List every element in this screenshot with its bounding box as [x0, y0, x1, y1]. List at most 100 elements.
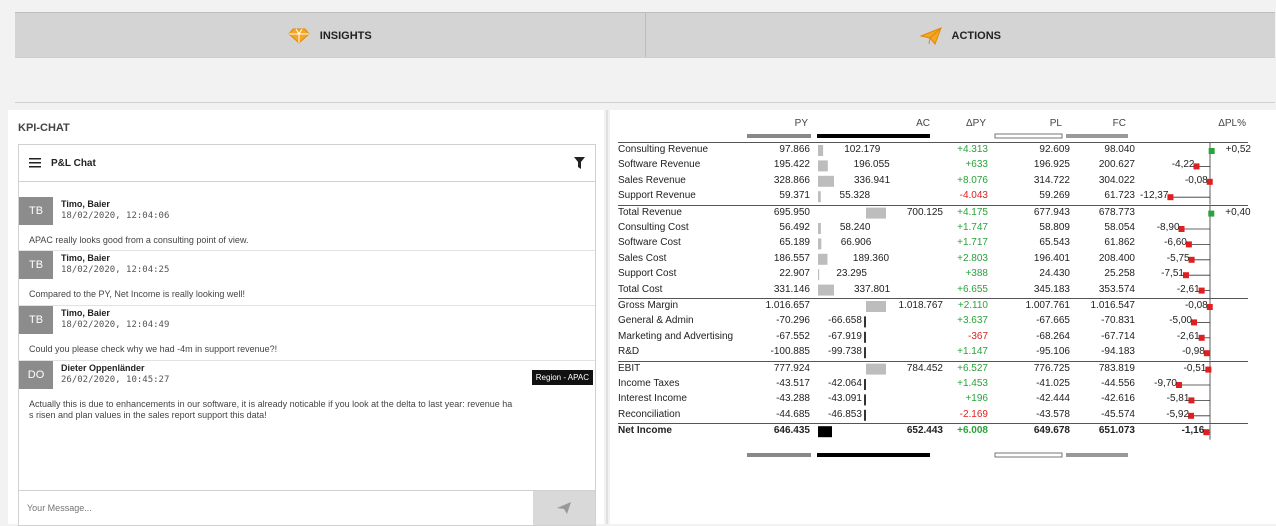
filter-icon[interactable] — [574, 157, 585, 169]
tab-insights-label: INSIGHTS — [319, 29, 372, 42]
row-dpl-label: -5,92 — [1166, 408, 1190, 420]
row-dpl-label: -8,90 — [1156, 222, 1180, 233]
name: Total Cost — [618, 283, 663, 295]
row-fc: 304.022 — [1098, 174, 1135, 186]
message-time: 26/02/2020, 10:45:27 — [61, 375, 170, 385]
row-dpl-label: -5,81 — [1166, 393, 1190, 405]
row-py: 22.907 — [779, 268, 810, 280]
tab-actions-label: ACTIONS — [951, 29, 1002, 42]
row-pl: 58.809 — [1039, 222, 1070, 233]
pl-table: PY AC ΔPY PL FC ΔPL% Consulting Revenue 9… — [610, 110, 1276, 524]
row-fc: 58.054 — [1104, 222, 1135, 233]
row-dpy: +4.175 — [957, 206, 988, 218]
row-py: 59.371 — [779, 190, 810, 202]
row-py: 97.866 — [779, 144, 810, 155]
tab-insights[interactable]: INSIGHTS — [15, 13, 646, 58]
row-fc: 353.574 — [1098, 283, 1135, 295]
diamond-icon — [288, 28, 310, 44]
row-pl: 1.007.761 — [1025, 300, 1071, 311]
row-separator — [618, 298, 1248, 299]
row-fc: -70.831 — [1101, 315, 1135, 327]
send-button[interactable] — [533, 491, 595, 525]
message-text: Compared to the PY, Net Income is really… — [29, 289, 245, 299]
tab-actions[interactable]: ACTIONS — [645, 13, 1275, 58]
table-row: Consulting Revenue 97.866 102.179 +4.313 92.… — [618, 143, 1258, 158]
top-tab-bar: INSIGHTS ACTIONS — [15, 12, 1275, 58]
row-ac: -99.738 — [828, 346, 862, 358]
avatar: TB — [19, 306, 53, 334]
row-dpl-label: -5,75 — [1166, 252, 1190, 264]
region-badge: Region - APAC — [531, 370, 593, 385]
pl-footer-bar — [994, 452, 1063, 458]
name: Gross Margin — [618, 300, 679, 311]
row-pl: 314.722 — [1033, 174, 1070, 186]
row-dpy: +6.527 — [957, 362, 988, 374]
hamburger-menu-icon[interactable] — [29, 158, 41, 168]
message-time: 18/02/2020, 12:04:06 — [61, 211, 170, 221]
row-dpy: +388 — [965, 268, 988, 280]
row-pl: 92.609 — [1039, 144, 1070, 155]
name: EBIT — [618, 362, 641, 374]
row-ac: 336.941 — [854, 174, 891, 186]
avatar: TB — [19, 197, 53, 225]
name: Net Income — [618, 425, 672, 437]
table-row: Marketing and Advertising -67.552 -67.919 -… — [618, 330, 1258, 345]
row-ac: 196.055 — [853, 159, 890, 171]
paper-plane-icon — [919, 26, 942, 45]
message-author: Timo, Baier — [61, 253, 110, 263]
name: Support Revenue — [618, 190, 696, 202]
table-row: Total Cost 331.146 337.801 +6.655 345.183 353… — [618, 283, 1258, 298]
table-row: Software Cost 65.189 66.906 +1.717 65.543 61.… — [618, 236, 1258, 251]
table-row: Support Revenue 59.371 55.328 -4.043 59.269 6… — [618, 189, 1258, 204]
message-input[interactable] — [19, 491, 533, 525]
row-dpl-label: -0,98 — [1182, 346, 1205, 358]
row-py: 328.866 — [773, 174, 810, 186]
table-row: Support Cost 22.907 23.295 +388 24.430 25.258… — [618, 267, 1258, 282]
name: Sales Revenue — [618, 174, 686, 186]
row-py: 695.950 — [773, 206, 810, 218]
row-dpy: +1.453 — [957, 378, 988, 389]
row-fc: 1.016.547 — [1090, 300, 1136, 311]
row-dpl-label: -0,08 — [1184, 300, 1208, 311]
row-py: 65.189 — [779, 237, 810, 249]
row-ac: 58.240 — [839, 222, 871, 233]
row-pl: 24.430 — [1039, 268, 1070, 280]
row-pl: -67.665 — [1036, 315, 1070, 327]
row-py: 186.557 — [773, 252, 810, 264]
row-dpl-label: -0,51 — [1183, 362, 1207, 374]
table-row: Income Taxes -43.517 -42.064 +1.453 -41.025 -… — [618, 377, 1258, 392]
row-dpy: +1.717 — [957, 237, 988, 249]
chat-message: DO Dieter Oppenländer 26/02/2020, 10:45:… — [19, 361, 595, 431]
message-author: Timo, Baier — [61, 199, 110, 209]
row-py: 1.016.657 — [765, 300, 811, 311]
fc-footer-bar — [1066, 453, 1128, 457]
row-py: 331.146 — [773, 283, 810, 295]
row-dpl-label: +0,40 — [1225, 206, 1251, 218]
chat-title: P&L Chat — [51, 157, 96, 169]
row-dpl-label: -12,37 — [1140, 190, 1169, 202]
row-ac: 23.295 — [836, 268, 867, 280]
row-pl: 196.925 — [1033, 159, 1070, 171]
name: Software Revenue — [618, 159, 701, 171]
row-py: 646.435 — [773, 425, 810, 437]
name: Income Taxes — [618, 378, 680, 389]
row-dpy: +196 — [965, 393, 988, 405]
table-row: Sales Cost 186.557 189.360 +2.803 196.401 208… — [618, 252, 1258, 267]
table-row: R&D -100.885 -99.738 +1.147 -95.106 -94.183 -0… — [618, 345, 1258, 360]
table-row: Sales Revenue 328.866 336.941 +8.076 314.722… — [618, 174, 1258, 189]
row-dpy: +8.076 — [957, 174, 988, 186]
table-row: Total Revenue 695.950 700.125 +4.175 677.943… — [618, 206, 1258, 221]
row-fc: 208.400 — [1098, 252, 1135, 264]
row-fc: 200.627 — [1098, 159, 1135, 171]
row-pl: 59.269 — [1039, 190, 1070, 202]
table-row: Gross Margin 1.016.657 1.018.767 +2.110 1.00… — [618, 299, 1258, 314]
kpi-chat-panel: KPI-CHAT P&L Chat TB Timo, Baier 18/02/2… — [8, 110, 604, 526]
name: Total Revenue — [618, 206, 682, 218]
row-fc: 678.773 — [1098, 206, 1135, 218]
panel-divider — [606, 110, 608, 524]
table-row: Software Revenue 195.422 196.055 +633 196.92… — [618, 158, 1258, 173]
row-pl: -41.025 — [1036, 378, 1070, 389]
row-dpy: -367 — [967, 330, 988, 342]
avatar: DO — [19, 361, 53, 389]
row-fc: 98.040 — [1104, 144, 1135, 155]
